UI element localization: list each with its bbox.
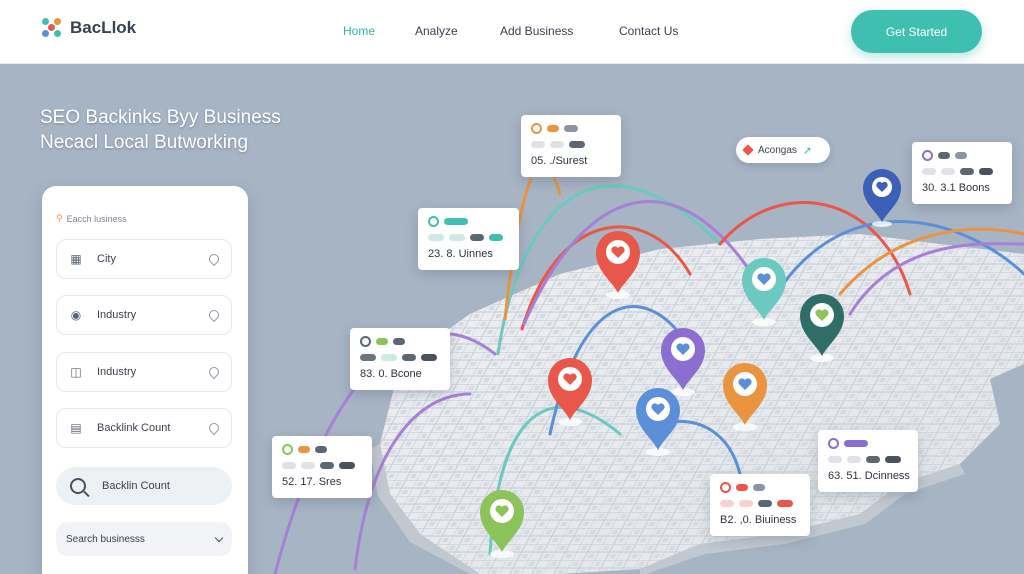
card-value: 63. 51. Dcinness xyxy=(828,470,910,482)
location-pin-icon xyxy=(206,251,222,267)
info-card[interactable]: 83. 0. Bcone xyxy=(350,328,450,390)
hero-title: SEO Backinks Byy Business Necacl Local B… xyxy=(40,105,281,155)
tag-arrow-icon: ➚ xyxy=(802,144,813,157)
brand-logo[interactable]: BacLlok xyxy=(42,18,136,38)
search-small-icon: ⚲ xyxy=(56,213,63,223)
search-business-select[interactable]: Search businesss xyxy=(56,522,232,556)
get-started-button[interactable]: Get Started xyxy=(851,10,982,53)
info-card[interactable]: B2. ,0. Biuiness xyxy=(710,474,810,536)
search-panel: ⚲ Eacch lusiness ▦ City ◉ Industry ◫ Ind… xyxy=(42,186,248,574)
industry-field-label: Industry xyxy=(97,309,137,321)
info-card[interactable]: 30. 3.1 Boons xyxy=(912,142,1012,204)
info-card[interactable]: 52. 17. Sres xyxy=(272,436,372,498)
industry-field[interactable]: ◉ Industry xyxy=(56,295,232,335)
chevron-down-icon xyxy=(214,533,224,542)
card-value: B2. ,0. Biuiness xyxy=(720,514,797,526)
map-landmass xyxy=(370,234,1024,574)
backlink-count-search[interactable]: Backlin Count xyxy=(56,467,232,505)
card-value: 52. 17. Sres xyxy=(282,476,342,488)
nav-home[interactable]: Home xyxy=(343,24,375,38)
tag-diamond-icon xyxy=(742,144,754,156)
backlink-count-field[interactable]: ▤ Backlink Count xyxy=(56,408,232,448)
card-value: 05. ./Surest xyxy=(531,155,588,167)
info-card[interactable]: 05. ./Surest xyxy=(521,115,621,177)
card-value: 23. 8. Uinnes xyxy=(428,248,493,260)
pin-navy[interactable] xyxy=(863,169,901,227)
map-icon: ▦ xyxy=(70,252,82,266)
people-icon: ◉ xyxy=(70,308,82,322)
search-icon xyxy=(70,478,86,494)
logo-icon xyxy=(42,18,62,38)
location-pin-icon xyxy=(206,420,222,436)
backlink-search-label: Backlin Count xyxy=(102,480,170,492)
city-field[interactable]: ▦ City xyxy=(56,239,232,279)
calendar-icon: ▤ xyxy=(70,421,82,435)
top-header: BacLlok Home Analyze Add Business Contac… xyxy=(0,0,1024,64)
briefcase-icon: ◫ xyxy=(70,365,82,379)
panel-search-label: ⚲ Eacch lusiness xyxy=(56,213,127,224)
card-value: 83. 0. Bcone xyxy=(360,368,422,380)
info-card[interactable]: 23. 8. Uinnes xyxy=(418,208,519,270)
nav-add-business[interactable]: Add Business xyxy=(500,24,573,38)
brand-name: BacLlok xyxy=(70,18,137,37)
hero-title-line1: SEO Backinks Byy Business xyxy=(40,107,281,128)
location-pin-icon xyxy=(206,307,222,323)
search-business-value: Search businesss xyxy=(66,533,145,545)
map-tag[interactable]: Acongas ➚ xyxy=(736,137,830,163)
industry-field-secondary[interactable]: ◫ Industry xyxy=(56,352,232,392)
industry-secondary-label: Industry xyxy=(97,366,137,378)
card-value: 30. 3.1 Boons xyxy=(922,182,990,194)
map-tag-label: Acongas xyxy=(758,144,797,156)
nav-contact-us[interactable]: Contact Us xyxy=(619,24,678,38)
city-field-label: City xyxy=(97,253,116,265)
nav-analyze[interactable]: Analyze xyxy=(415,24,458,38)
location-pin-icon xyxy=(206,364,222,380)
info-card[interactable]: 63. 51. Dcinness xyxy=(818,430,918,492)
hero-title-line2: Necacl Local Butworking xyxy=(40,132,249,153)
panel-search-label-text: Eacch lusiness xyxy=(66,213,127,224)
backlink-count-label: Backlink Count xyxy=(97,422,171,434)
